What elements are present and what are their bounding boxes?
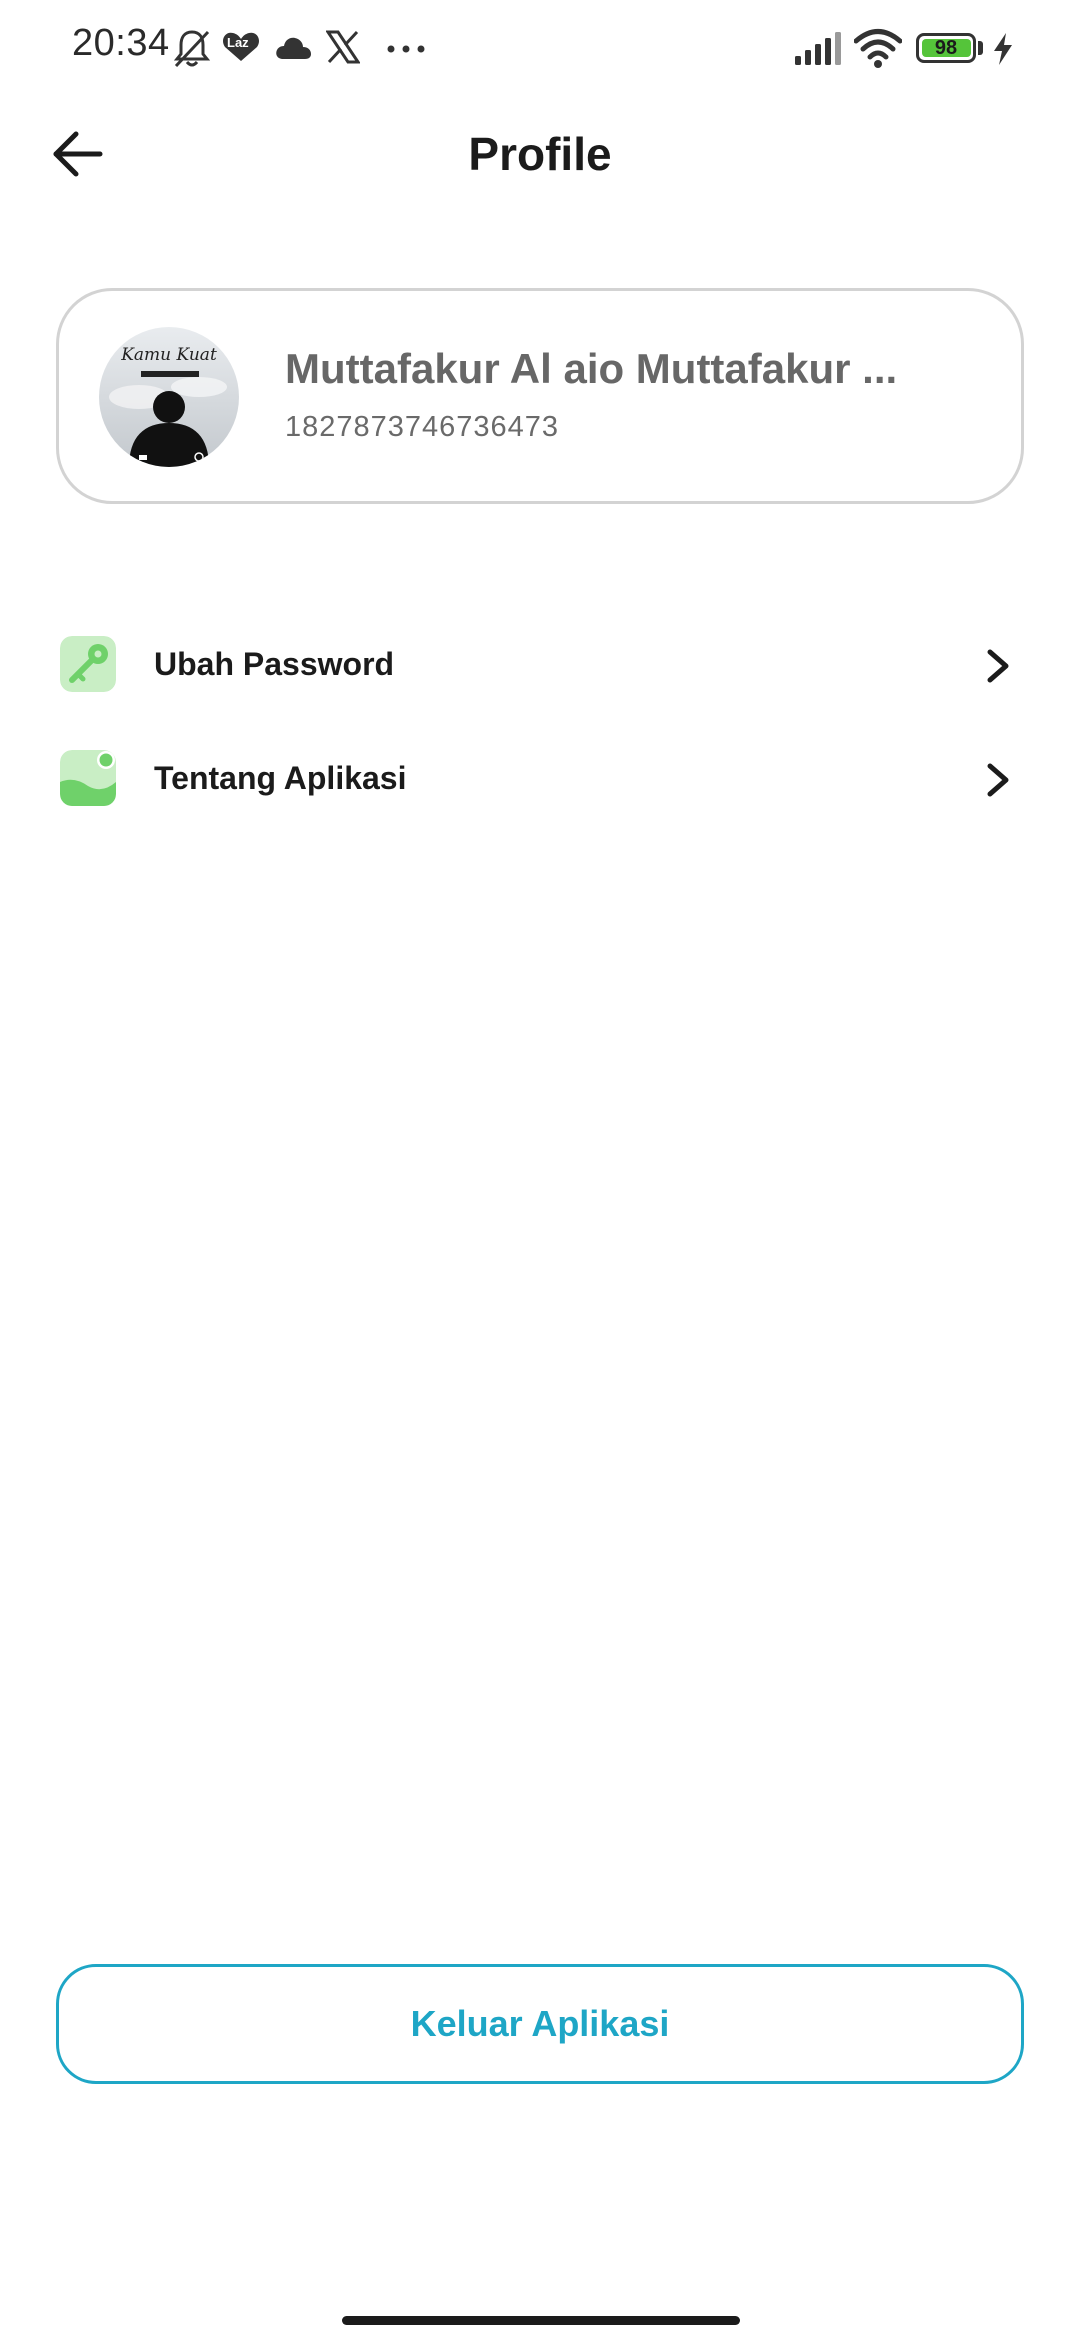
chevron-right-icon bbox=[987, 649, 1009, 683]
menu-item-ubah-password[interactable]: Ubah Password bbox=[0, 618, 1080, 714]
page-title: Profile bbox=[468, 128, 612, 180]
battery-level: 98 bbox=[934, 37, 958, 59]
home-indicator[interactable] bbox=[342, 2316, 740, 2325]
wifi-icon bbox=[854, 29, 902, 68]
charging-bolt-icon bbox=[994, 33, 1012, 65]
lazada-icon: Laz bbox=[222, 30, 260, 62]
more-dots-icon bbox=[387, 45, 425, 53]
key-icon bbox=[60, 636, 116, 692]
avatar[interactable]: Kamu Kuat bbox=[99, 327, 239, 467]
menu-label-ubah-password: Ubah Password bbox=[154, 646, 395, 682]
logout-label: Keluar Aplikasi bbox=[410, 2003, 670, 2044]
avatar-caption: Kamu Kuat bbox=[121, 345, 217, 365]
logout-button[interactable]: Keluar Aplikasi bbox=[56, 1964, 1024, 2084]
app-info-icon bbox=[60, 750, 116, 806]
menu-label-tentang-aplikasi: Tentang Aplikasi bbox=[154, 760, 407, 796]
lazada-label: Laz bbox=[227, 35, 249, 50]
chevron-right-icon bbox=[987, 763, 1009, 797]
profile-card[interactable]: Kamu Kuat Muttafakur Al aio Muttafakur .… bbox=[56, 288, 1024, 504]
bell-muted-icon bbox=[173, 30, 211, 68]
profile-name: Muttafakur Al aio Muttafakur ... bbox=[285, 345, 898, 392]
profile-id: 1827873746736473 bbox=[285, 411, 560, 443]
menu-item-tentang-aplikasi[interactable]: Tentang Aplikasi bbox=[0, 732, 1080, 828]
battery-cap bbox=[978, 41, 983, 55]
signal-icon bbox=[795, 32, 841, 65]
cloud-icon bbox=[276, 37, 311, 59]
status-time: 20:34 bbox=[72, 22, 170, 64]
status-bar: 20:34 Laz 98 bbox=[0, 0, 1080, 100]
battery-icon: 98 bbox=[916, 33, 976, 63]
x-logo-icon bbox=[326, 30, 360, 64]
